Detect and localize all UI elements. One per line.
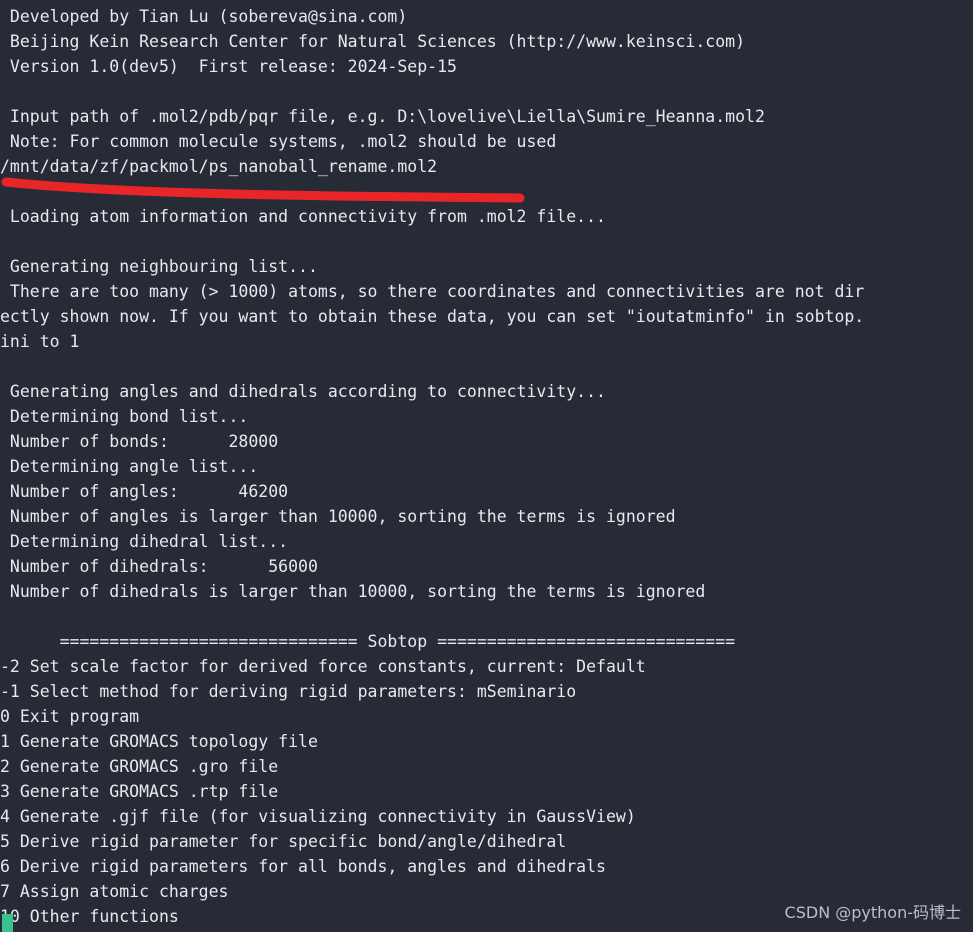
output-line-number-of-angles: Number of angles: 46200 (0, 482, 289, 501)
menu-item-7[interactable]: 7 Assign atomic charges (0, 879, 973, 904)
output-line-determining-dihedrals: Determining dihedral list... (0, 532, 289, 551)
output-line-dihedrals-sort-ignored: Number of dihedrals is larger than 10000… (0, 582, 706, 601)
output-line-developed-by: Developed by Tian Lu (sobereva@sina.com) (0, 7, 408, 26)
output-line-blank-3 (0, 229, 973, 254)
menu-banner: ============================== Sobtop ==… (0, 632, 736, 651)
output-line-determining-angles: Determining angle list... (0, 457, 259, 476)
menu-item-0[interactable]: 0 Exit program (0, 704, 973, 729)
output-line-institution: Beijing Kein Research Center for Natural… (0, 32, 746, 51)
menu-item-3[interactable]: 3 Generate GROMACS .rtp file (0, 779, 973, 804)
output-line-generating: Generating angles and dihedrals accordin… (0, 382, 606, 401)
output-line-too-many-atoms-3: ini to 1 (0, 332, 80, 351)
menu-item--2[interactable]: -2 Set scale factor for derived force co… (0, 654, 973, 679)
terminal-cursor (2, 914, 13, 932)
menu-item-6[interactable]: 6 Derive rigid parameters for all bonds,… (0, 854, 973, 879)
menu-item--1[interactable]: -1 Select method for deriving rigid para… (0, 679, 973, 704)
menu-item-4[interactable]: 4 Generate .gjf file (for visualizing co… (0, 804, 973, 829)
menu-item-5[interactable]: 5 Derive rigid parameter for specific bo… (0, 829, 973, 854)
entered-file-path[interactable]: /mnt/data/zf/packmol/ps_nanoball_rename.… (0, 154, 973, 179)
output-line-number-of-dihedrals: Number of dihedrals: 56000 (0, 557, 318, 576)
output-line-number-of-bonds: Number of bonds: 28000 (0, 432, 279, 451)
output-line-angles-sort-ignored: Number of angles is larger than 10000, s… (0, 507, 676, 526)
output-line-input-instruction: Input path of .mol2/pdb/pqr file, e.g. D… (0, 107, 765, 126)
output-line-blank-2 (0, 179, 973, 204)
output-line-loading: Loading atom information and connectivit… (0, 207, 606, 226)
output-line-too-many-atoms-2: ectly shown now. If you want to obtain t… (0, 307, 865, 326)
output-line-blank-1 (0, 79, 973, 104)
output-line-input-note: Note: For common molecule systems, .mol2… (0, 132, 557, 151)
terminal-window: Developed by Tian Lu (sobereva@sina.com)… (0, 0, 973, 932)
output-line-too-many-atoms-1: There are too many (> 1000) atoms, so th… (0, 282, 865, 301)
output-line-neighbour-list: Generating neighbouring list... (0, 257, 318, 276)
menu-item-2[interactable]: 2 Generate GROMACS .gro file (0, 754, 973, 779)
output-line-determining-bonds: Determining bond list... (0, 407, 249, 426)
menu-item-1[interactable]: 1 Generate GROMACS topology file (0, 729, 973, 754)
output-line-blank-4 (0, 354, 973, 379)
terminal-output[interactable]: Developed by Tian Lu (sobereva@sina.com)… (0, 0, 973, 929)
csdn-watermark: CSDN @python-码博士 (784, 903, 961, 922)
output-line-blank-5 (0, 604, 973, 629)
output-line-version: Version 1.0(dev5) First release: 2024-Se… (0, 57, 457, 76)
